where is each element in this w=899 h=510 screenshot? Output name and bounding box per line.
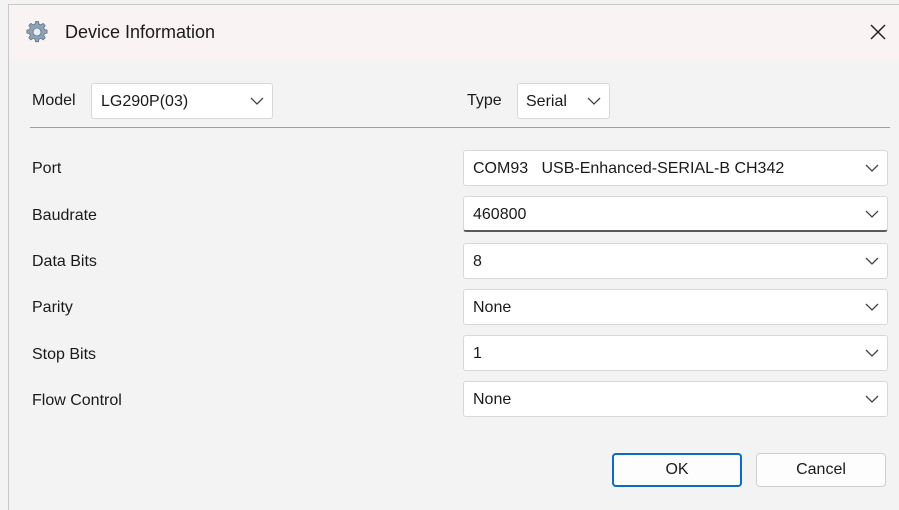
- model-label: Model: [32, 92, 76, 109]
- flow-control-dropdown[interactable]: None: [463, 381, 888, 417]
- chevron-down-icon: [587, 97, 601, 105]
- stop-bits-label: Stop Bits: [32, 346, 97, 363]
- baudrate-dropdown[interactable]: 460800: [463, 196, 888, 232]
- flow-control-value: None: [473, 391, 512, 408]
- window-title: Device Information: [65, 22, 216, 42]
- model-dropdown[interactable]: LG290P(03): [91, 83, 273, 119]
- data-bits-label: Data Bits: [32, 253, 97, 270]
- flow-control-label: Flow Control: [32, 392, 122, 409]
- type-value: Serial: [526, 93, 567, 110]
- port-label: Port: [32, 160, 62, 177]
- baudrate-label: Baudrate: [32, 207, 97, 224]
- chevron-down-icon: [865, 164, 879, 172]
- type-dropdown[interactable]: Serial: [517, 83, 610, 119]
- model-value: LG290P(03): [101, 93, 189, 110]
- device-information-dialog: Device Information Model LG290P(03) Type…: [0, 0, 899, 510]
- ok-button[interactable]: OK: [612, 453, 742, 487]
- chevron-down-icon: [865, 349, 879, 357]
- data-bits-value: 8: [473, 253, 482, 270]
- parity-dropdown[interactable]: None: [463, 289, 888, 325]
- chevron-down-icon: [865, 210, 879, 218]
- baudrate-value: 460800: [473, 206, 527, 223]
- cancel-button[interactable]: Cancel: [756, 453, 886, 487]
- stop-bits-dropdown[interactable]: 1: [463, 335, 888, 371]
- chevron-down-icon: [865, 257, 879, 265]
- data-bits-dropdown[interactable]: 8: [463, 243, 888, 279]
- chevron-down-icon: [250, 97, 264, 105]
- type-label: Type: [467, 92, 502, 109]
- port-value: COM93 USB-Enhanced-SERIAL-B CH342: [473, 160, 785, 177]
- stop-bits-value: 1: [473, 345, 482, 362]
- header-divider: [30, 127, 890, 128]
- parity-value: None: [473, 299, 512, 316]
- chevron-down-icon: [865, 395, 879, 403]
- port-dropdown[interactable]: COM93 USB-Enhanced-SERIAL-B CH342: [463, 150, 888, 186]
- close-button[interactable]: [862, 16, 894, 48]
- parity-label: Parity: [32, 299, 73, 316]
- chevron-down-icon: [865, 303, 879, 311]
- close-icon: [870, 24, 886, 40]
- gear-icon: [25, 20, 49, 44]
